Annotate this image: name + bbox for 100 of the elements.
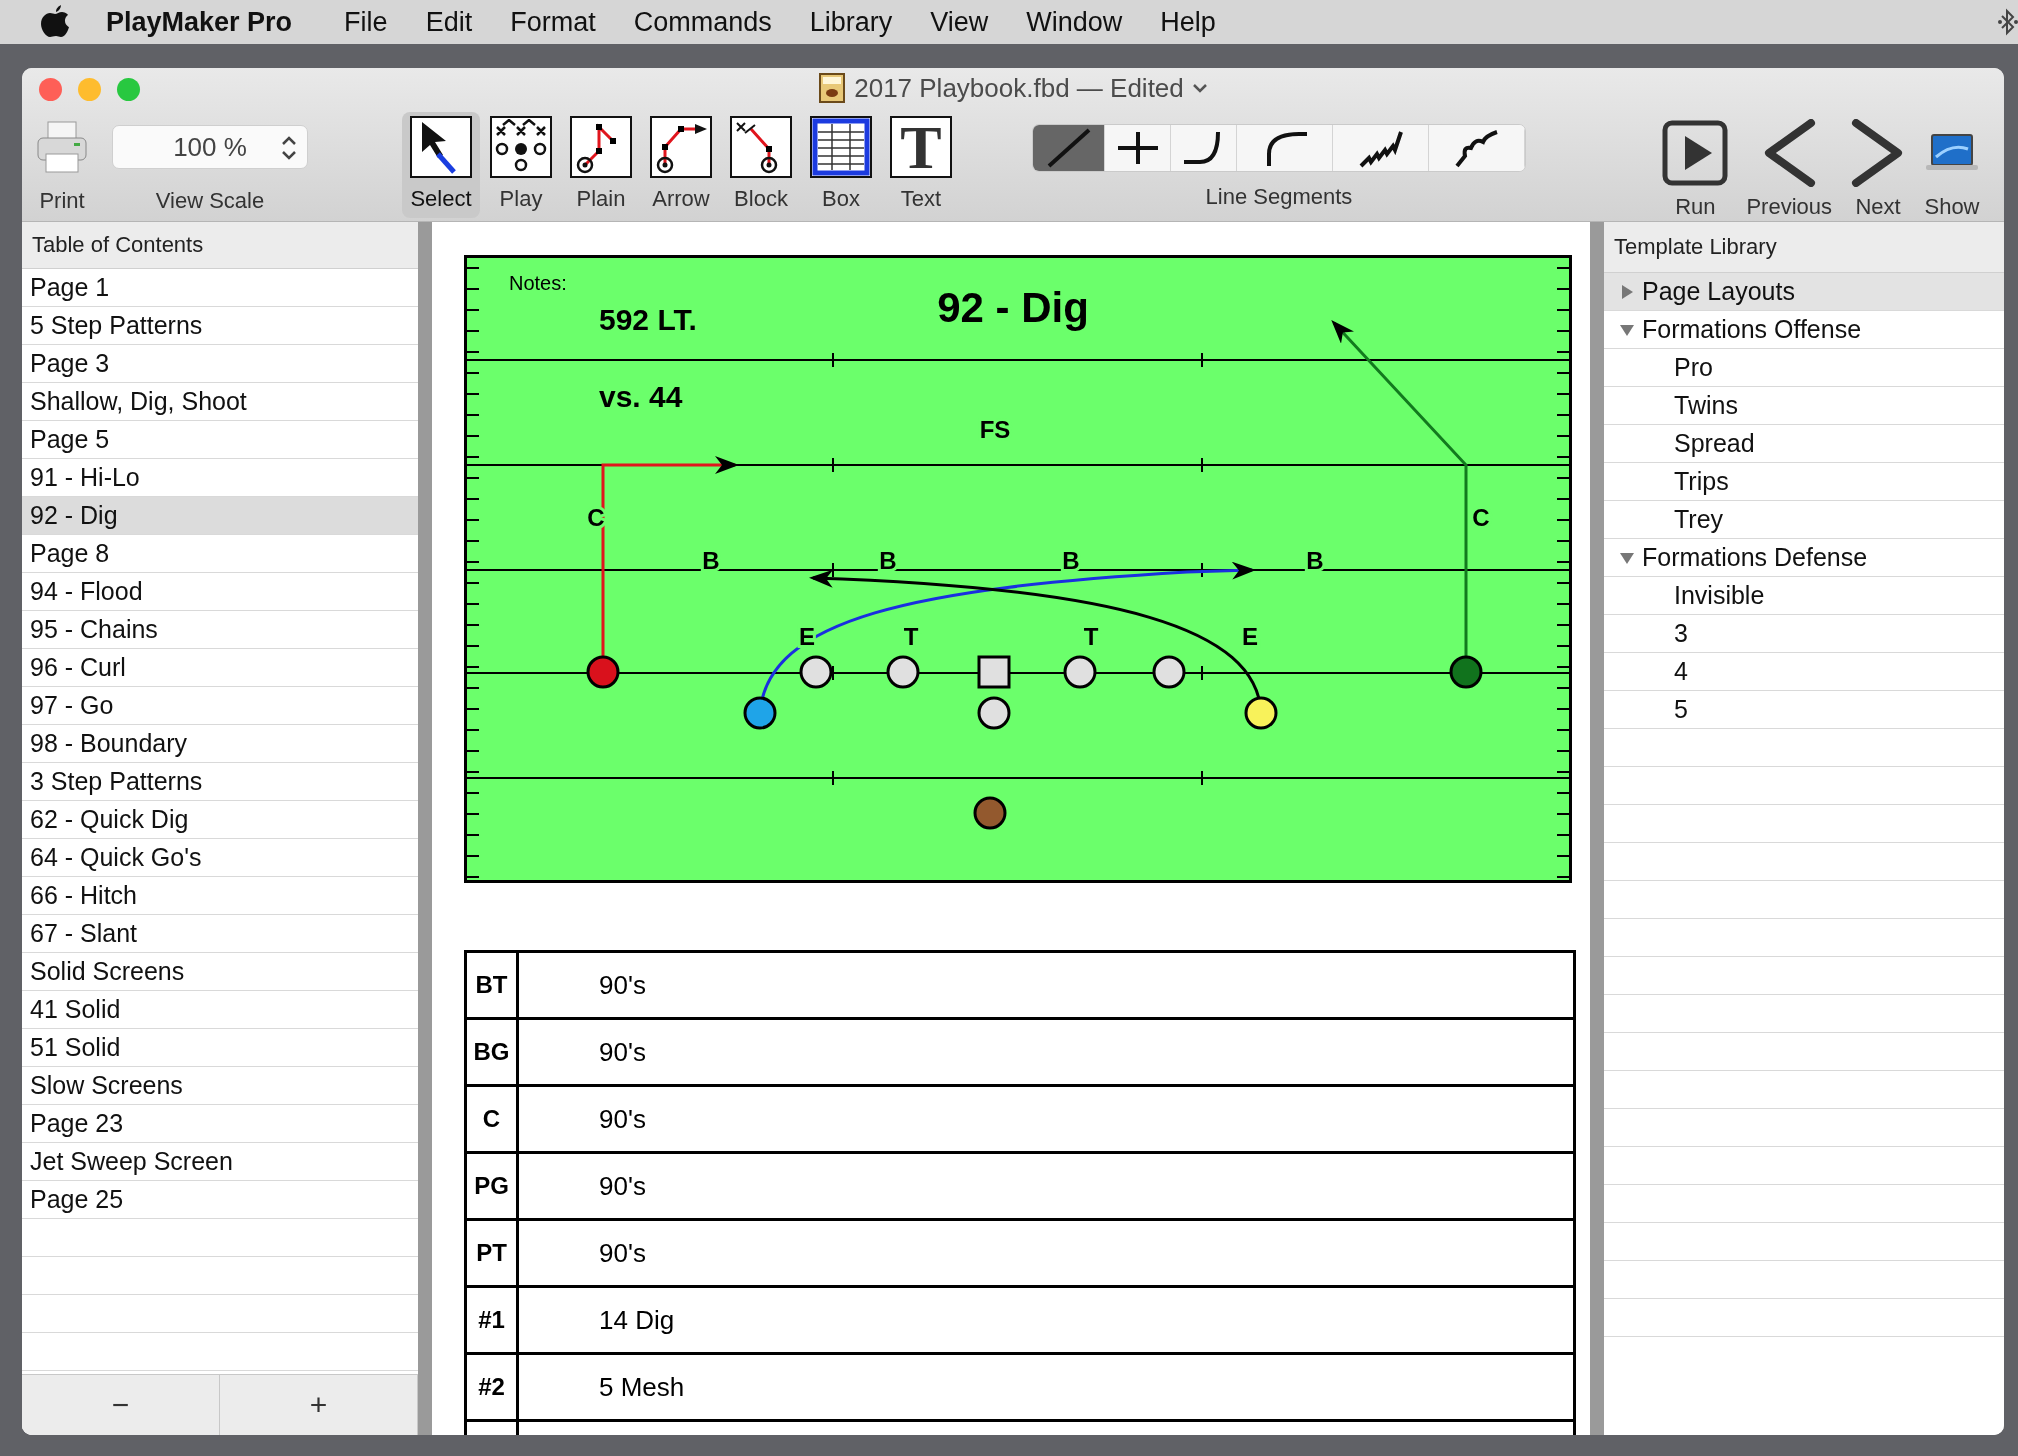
contents-item[interactable]: 95 - Chains [22, 611, 418, 649]
position-label: B [1062, 547, 1080, 574]
disclosure-triangle-icon[interactable] [1620, 550, 1634, 565]
menu-item[interactable]: Window [1026, 6, 1123, 38]
view-scale-stepper[interactable]: 100 % [112, 125, 308, 169]
play-title: 92 - Dig [937, 284, 1089, 331]
tool-button[interactable]: Arrow [642, 112, 720, 218]
contents-item[interactable]: Shallow, Dig, Shoot [22, 383, 418, 421]
menu-item[interactable]: File [344, 6, 388, 38]
laptop-icon [1924, 133, 1980, 173]
position-cell: #1 [467, 1288, 519, 1352]
contents-item[interactable]: 92 - Dig [22, 497, 418, 535]
position-label: B [879, 547, 897, 574]
menu-item[interactable]: View [930, 6, 989, 38]
contents-item[interactable]: Solid Screens [22, 953, 418, 991]
contents-item[interactable]: 66 - Hitch [22, 877, 418, 915]
view-scale-label: View Scale [155, 188, 265, 214]
template-entry[interactable]: Trey [1604, 501, 2004, 539]
line-segments-label: Line Segments [1205, 184, 1353, 210]
menu-item[interactable]: Help [1160, 6, 1216, 38]
assignment-cell-text: 90's [598, 1035, 646, 1069]
tool-button[interactable]: Select [402, 112, 480, 218]
position-cell: C [467, 1087, 519, 1151]
play-icon [1662, 120, 1729, 186]
assignment-cell-text: 5 Mesh [598, 1370, 685, 1404]
position-label: T [903, 623, 919, 650]
template-entry[interactable]: Twins [1604, 387, 2004, 425]
contents-item[interactable]: 62 - Quick Dig [22, 801, 418, 839]
template-entry[interactable]: 5 [1604, 691, 2004, 729]
position-cell: BG [467, 1020, 519, 1084]
disclosure-triangle-icon[interactable] [1620, 322, 1634, 337]
contents-item[interactable]: 3 Step Patterns [22, 763, 418, 801]
assignment-cell-text: 90's [598, 1169, 646, 1203]
tool-button[interactable]: T Text [882, 112, 960, 218]
menu-item[interactable]: Library [809, 6, 893, 38]
print-label[interactable]: Print [39, 188, 85, 214]
position-label: E [1242, 623, 1258, 650]
play-note: 592 LT. [599, 303, 697, 336]
grid-icon [812, 118, 870, 176]
contents-item[interactable]: Jet Sweep Screen [22, 1143, 418, 1181]
position-cell: BT [467, 953, 519, 1017]
template-entry[interactable]: Trips [1604, 463, 2004, 501]
contents-item[interactable]: 51 Solid [22, 1029, 418, 1067]
contents-item[interactable]: 94 - Flood [22, 573, 418, 611]
position-cell: PT [467, 1221, 519, 1285]
nav-button[interactable]: Show [1918, 112, 1986, 220]
template-group[interactable]: Page Layouts [1604, 273, 2004, 311]
window-title: 2017 Playbook.fbd — Edited [854, 72, 1184, 104]
nav-button[interactable]: Next [1844, 112, 1912, 220]
tool-button[interactable]: Block [722, 112, 800, 218]
menu-item[interactable]: Commands [633, 6, 772, 38]
play-note: vs. 44 [599, 380, 683, 413]
template-group[interactable]: Formations Defense [1604, 539, 2004, 577]
template-group[interactable]: Formations Offense [1604, 311, 2004, 349]
assignment-cell-text: 14 Dig [598, 1303, 675, 1337]
nav-button[interactable]: Previous [1740, 112, 1838, 220]
contents-item[interactable]: 67 - Slant [22, 915, 418, 953]
panel-header: Template Library [1604, 222, 2004, 273]
template-entry[interactable]: 4 [1604, 653, 2004, 691]
assignment-cell-text: 90's [598, 1102, 646, 1136]
contents-item[interactable]: 64 - Quick Go's [22, 839, 418, 877]
chevron-down-icon[interactable] [1191, 83, 1208, 93]
tool-button[interactable]: Box [802, 112, 880, 218]
apple-logo-icon[interactable] [40, 5, 70, 39]
disclosure-triangle-icon[interactable] [1620, 284, 1634, 299]
assignment-cell-text: 90's [598, 968, 646, 1002]
line-segment-control[interactable] [1032, 124, 1526, 172]
position-label: C [1472, 504, 1490, 531]
contents-item[interactable]: Page 23 [22, 1105, 418, 1143]
tool-button[interactable]: Plain [562, 112, 640, 218]
template-entry[interactable]: Invisible [1604, 577, 2004, 615]
menu-item[interactable]: Format [510, 6, 596, 38]
tool-button[interactable]: Play [482, 112, 560, 218]
contents-item[interactable]: 5 Step Patterns [22, 307, 418, 345]
contents-item[interactable]: 96 - Curl [22, 649, 418, 687]
panel-header: Table of Contents [22, 222, 418, 269]
contents-item[interactable]: 97 - Go [22, 687, 418, 725]
nav-button[interactable]: Run [1656, 112, 1735, 220]
contents-item[interactable]: Page 8 [22, 535, 418, 573]
app-menu[interactable]: PlayMaker Pro [106, 6, 293, 38]
remove-page-button[interactable]: − [22, 1375, 220, 1435]
position-label: FS [979, 416, 1011, 443]
position-cell: #2 [467, 1355, 519, 1419]
contents-item[interactable]: Page 3 [22, 345, 418, 383]
position-label: B [702, 547, 720, 574]
menu-item[interactable]: Edit [425, 6, 473, 38]
contents-item[interactable]: 98 - Boundary [22, 725, 418, 763]
contents-item[interactable]: Page 1 [22, 269, 418, 307]
template-entry[interactable]: Pro [1604, 349, 2004, 387]
bluetooth-icon[interactable] [1998, 8, 2018, 36]
position-cell: PG [467, 1154, 519, 1218]
contents-item[interactable]: Slow Screens [22, 1067, 418, 1105]
contents-item[interactable]: 41 Solid [22, 991, 418, 1029]
notes-label: Notes: [509, 272, 567, 294]
text-tool-glyph: T [900, 116, 942, 178]
contents-item[interactable]: Page 25 [22, 1181, 418, 1219]
template-entry[interactable]: Spread [1604, 425, 2004, 463]
template-entry[interactable]: 3 [1604, 615, 2004, 653]
contents-item[interactable]: Page 5 [22, 421, 418, 459]
position-label: T [1083, 623, 1099, 650]
